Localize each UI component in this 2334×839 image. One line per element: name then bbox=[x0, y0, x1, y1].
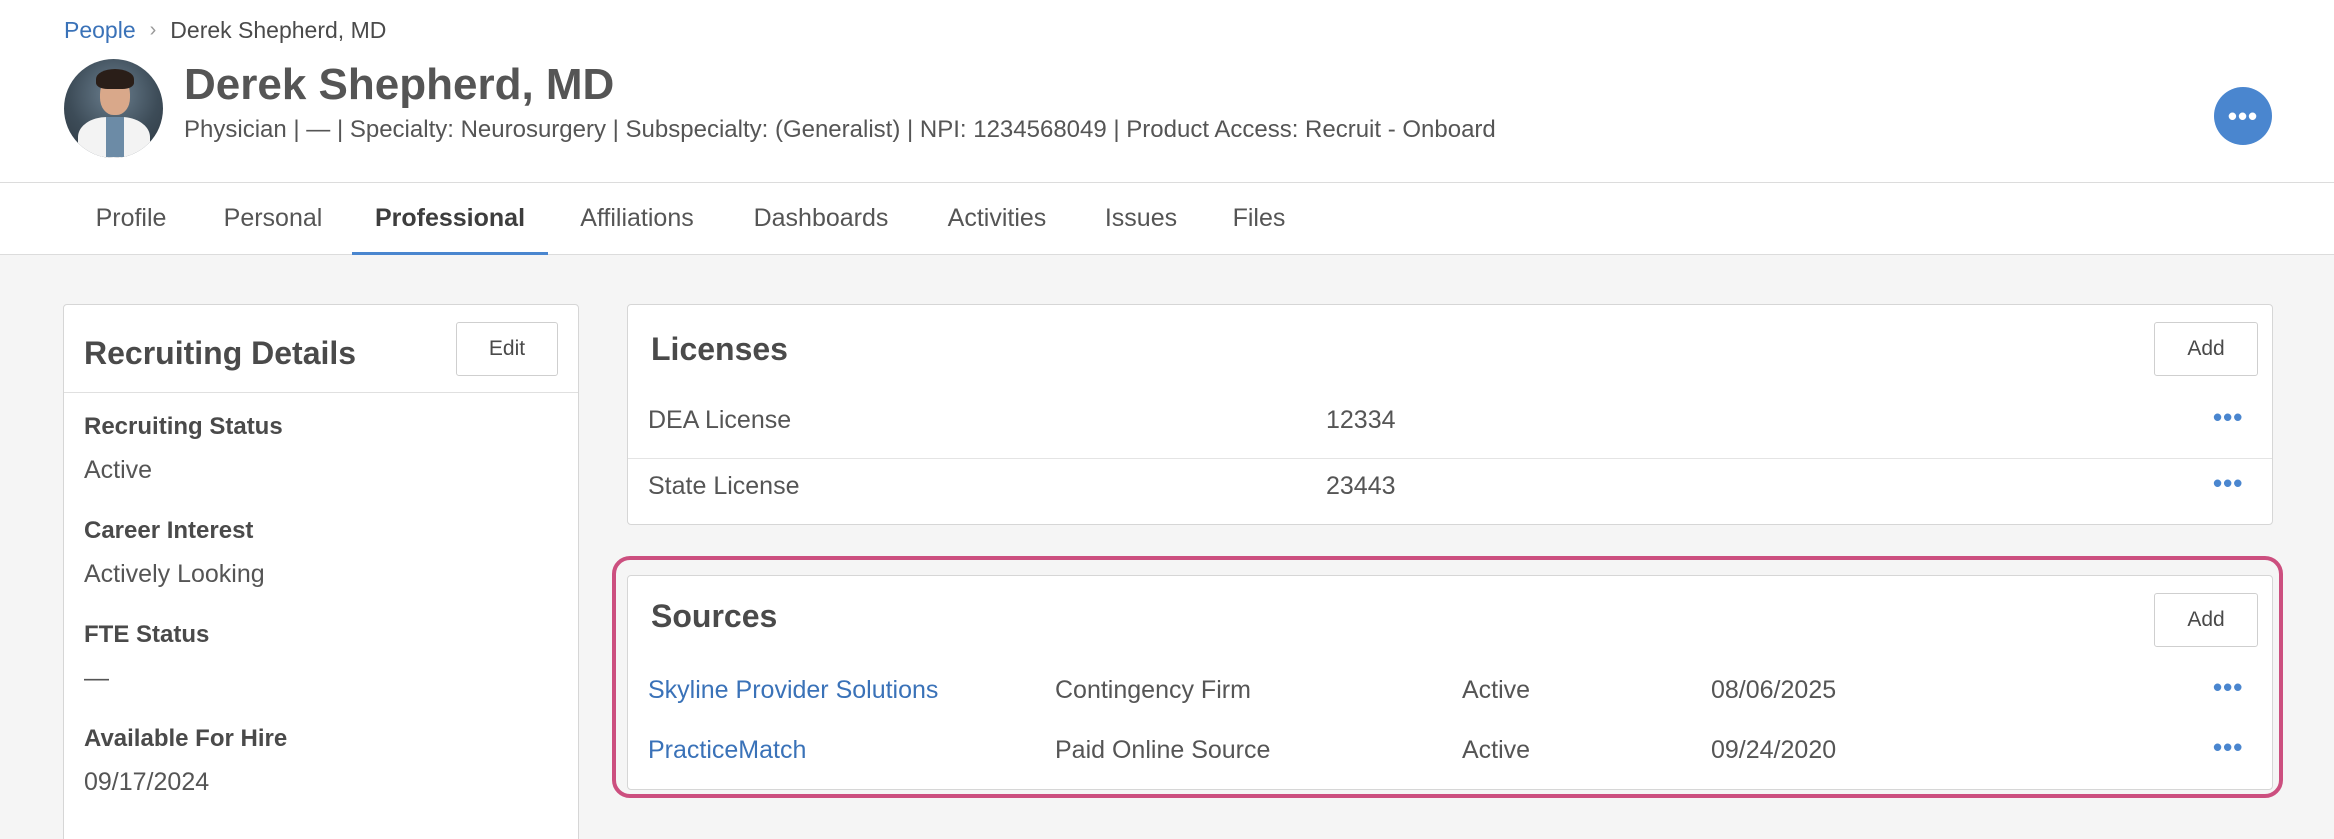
breadcrumb-people-link[interactable]: People bbox=[64, 17, 136, 44]
add-source-button[interactable]: Add bbox=[2154, 593, 2258, 647]
source-date: 09/24/2020 bbox=[1711, 736, 1837, 764]
recruiting-details-card: Recruiting Details Edit Recruiting Statu… bbox=[63, 304, 579, 839]
avatar bbox=[64, 59, 163, 158]
tab-activities[interactable]: Activities bbox=[934, 183, 1060, 255]
license-number: 12334 bbox=[1326, 406, 1396, 434]
license-number: 23443 bbox=[1326, 472, 1396, 500]
license-name: DEA License bbox=[648, 406, 792, 434]
add-license-button[interactable]: Add bbox=[2154, 322, 2258, 376]
field-label-available-for-hire: Available For Hire bbox=[84, 725, 288, 752]
tab-profile[interactable]: Profile bbox=[64, 183, 198, 255]
breadcrumb-current: Derek Shepherd, MD bbox=[170, 17, 387, 43]
sources-card: Sources Add Skyline Provider Solutions C… bbox=[627, 575, 2273, 790]
source-status: Active bbox=[1462, 736, 1531, 764]
profile-subtitle: Physician | — | Specialty: Neurosurgery … bbox=[184, 116, 1496, 143]
edit-button[interactable]: Edit bbox=[456, 322, 558, 376]
recruiting-details-title: Recruiting Details bbox=[84, 335, 357, 371]
tab-bar: Profile Personal Professional Affiliatio… bbox=[0, 182, 2334, 255]
field-label-career-interest: Career Interest bbox=[84, 517, 254, 544]
avatar-hair bbox=[96, 69, 134, 89]
field-value-recruiting-status: Active bbox=[84, 456, 153, 484]
tab-dashboards[interactable]: Dashboards bbox=[745, 183, 897, 255]
ellipsis-icon[interactable]: ••• bbox=[2213, 402, 2243, 433]
field-label-recruiting-status: Recruiting Status bbox=[84, 413, 283, 440]
ellipsis-icon[interactable]: ••• bbox=[2213, 672, 2243, 703]
field-value-fte-status: — bbox=[84, 664, 109, 692]
tab-professional[interactable]: Professional bbox=[352, 183, 548, 255]
ellipsis-icon: ••• bbox=[2227, 100, 2259, 131]
licenses-title: Licenses bbox=[651, 331, 788, 367]
tab-files[interactable]: Files bbox=[1222, 183, 1296, 255]
sources-title: Sources bbox=[651, 598, 778, 634]
breadcrumb: People › Derek Shepherd, MD bbox=[64, 17, 386, 44]
source-date: 08/06/2025 bbox=[1711, 676, 1837, 704]
page-title: Derek Shepherd, MD bbox=[184, 60, 615, 109]
card-divider bbox=[64, 392, 578, 393]
source-name-link[interactable]: PracticeMatch bbox=[648, 736, 806, 765]
source-status: Active bbox=[1462, 676, 1531, 704]
field-value-career-interest: Actively Looking bbox=[84, 560, 265, 588]
licenses-card: Licenses Add DEA License 12334 ••• State… bbox=[627, 304, 2273, 525]
profile-header: People › Derek Shepherd, MD Derek Shephe… bbox=[0, 0, 2334, 182]
chevron-right-icon: › bbox=[149, 19, 157, 41]
source-type: Contingency Firm bbox=[1055, 676, 1251, 704]
field-label-fte-status: FTE Status bbox=[84, 621, 210, 648]
tab-issues[interactable]: Issues bbox=[1098, 183, 1184, 255]
ellipsis-icon[interactable]: ••• bbox=[2213, 468, 2243, 499]
field-value-available-for-hire: 09/17/2024 bbox=[84, 768, 210, 796]
source-type: Paid Online Source bbox=[1055, 736, 1271, 764]
source-name-link[interactable]: Skyline Provider Solutions bbox=[648, 676, 938, 705]
row-divider bbox=[628, 458, 2272, 459]
ellipsis-icon[interactable]: ••• bbox=[2213, 732, 2243, 763]
tab-personal[interactable]: Personal bbox=[206, 183, 340, 255]
avatar-shirt bbox=[106, 117, 124, 157]
tab-affiliations[interactable]: Affiliations bbox=[566, 183, 708, 255]
more-actions-button[interactable]: ••• bbox=[2214, 87, 2272, 145]
license-name: State License bbox=[648, 472, 800, 500]
